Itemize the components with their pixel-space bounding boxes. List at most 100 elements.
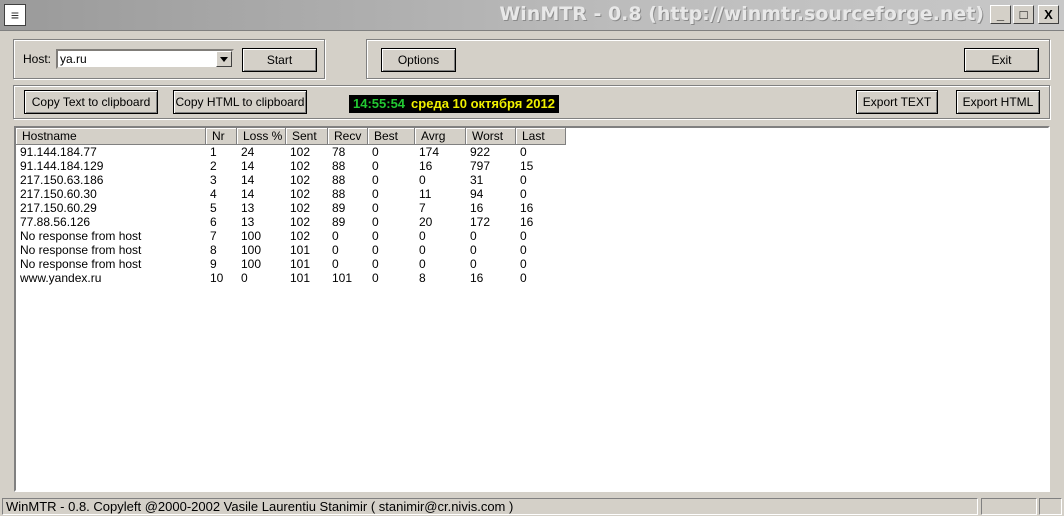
table-cell: 16	[470, 201, 484, 215]
table-cell: 100	[241, 257, 262, 271]
table-cell: 14	[241, 173, 255, 187]
table-cell: 0	[520, 173, 527, 187]
table-cell: No response from host	[20, 229, 142, 243]
app-icon[interactable]: ≡	[4, 4, 26, 26]
table-cell: 9	[210, 257, 217, 271]
table-cell: 102	[290, 201, 311, 215]
column-header-worst[interactable]: Worst	[466, 128, 516, 145]
table-cell: 13	[241, 201, 255, 215]
table-cell: 91.144.184.77	[20, 145, 97, 159]
table-cell: 101	[290, 257, 311, 271]
table-cell: 102	[290, 187, 311, 201]
table-cell: 0	[332, 257, 339, 271]
maximize-button[interactable]: □	[1013, 5, 1034, 24]
column-header-hostname[interactable]: Hostname	[16, 128, 206, 145]
table-cell: 0	[372, 257, 379, 271]
column-header-recv[interactable]: Recv	[328, 128, 368, 145]
column-header-loss[interactable]: Loss %	[237, 128, 286, 145]
table-cell: 797	[470, 159, 491, 173]
table-cell: 102	[290, 145, 311, 159]
table-cell: 0	[332, 243, 339, 257]
table-cell: 0	[520, 145, 527, 159]
host-label: Host:	[23, 52, 52, 66]
table-cell: 0	[470, 257, 477, 271]
table-cell: 6	[210, 215, 217, 229]
table-cell: 13	[241, 215, 255, 229]
export-text-button[interactable]: Export TEXT	[856, 90, 938, 114]
table-cell: 0	[372, 187, 379, 201]
options-button[interactable]: Options	[381, 48, 456, 72]
table-cell: 94	[470, 187, 484, 201]
table-cell: 16	[419, 159, 433, 173]
table-cell: 16	[520, 201, 534, 215]
table-cell: 16	[470, 271, 484, 285]
table-cell: 15	[520, 159, 534, 173]
table-row[interactable]: 217.150.60.30 4 14 102 88 0 11 94 0	[16, 187, 1048, 201]
table-row[interactable]: No response from host 8 100 101 0 0 0 0 0	[16, 243, 1048, 257]
status-bar: WinMTR - 0.8. Copyleft @2000-2002 Vasile…	[0, 497, 1064, 516]
start-button[interactable]: Start	[242, 48, 317, 72]
table-cell: 100	[241, 243, 262, 257]
table-cell: 102	[290, 173, 311, 187]
table-cell: 102	[290, 229, 311, 243]
close-button[interactable]: X	[1038, 5, 1059, 24]
table-cell: No response from host	[20, 243, 142, 257]
table-cell: 0	[332, 229, 339, 243]
table-cell: 5	[210, 201, 217, 215]
table-cell: 14	[241, 187, 255, 201]
copy-text-button[interactable]: Copy Text to clipboard	[24, 90, 158, 114]
table-cell: 88	[332, 159, 346, 173]
column-header-nr[interactable]: Nr	[206, 128, 237, 145]
column-header-last[interactable]: Last	[516, 128, 566, 145]
table-row[interactable]: 77.88.56.126 6 13 102 89 0 20 172 16	[16, 215, 1048, 229]
table-cell: 0	[520, 229, 527, 243]
table-cell: 88	[332, 173, 346, 187]
table-cell: 8	[210, 243, 217, 257]
table-cell: 0	[470, 229, 477, 243]
table-cell: 101	[290, 243, 311, 257]
status-pane-empty	[981, 498, 1037, 515]
table-cell: 31	[470, 173, 484, 187]
column-header-best[interactable]: Best	[368, 128, 415, 145]
table-cell: 101	[290, 271, 311, 285]
table-cell: 14	[241, 159, 255, 173]
column-header-avrg[interactable]: Avrg	[415, 128, 466, 145]
options-group: Options Exit	[366, 39, 1050, 79]
table-cell: 89	[332, 215, 346, 229]
host-combobox[interactable]: ya.ru	[56, 49, 234, 69]
table-cell: 3	[210, 173, 217, 187]
table-row[interactable]: www.yandex.ru 10 0 101 101 0 8 16 0	[16, 271, 1048, 285]
table-cell: 0	[419, 173, 426, 187]
minimize-button[interactable]: _	[990, 5, 1011, 24]
table-cell: 0	[372, 145, 379, 159]
results-list[interactable]: Hostname Nr Loss % Sent Recv Best Avrg Worst Las…	[14, 126, 1050, 492]
exit-button[interactable]: Exit	[964, 48, 1039, 72]
table-row[interactable]: No response from host 7 100 102 0 0 0 0 0	[16, 229, 1048, 243]
table-row[interactable]: No response from host 9 100 101 0 0 0 0 0	[16, 257, 1048, 271]
table-cell: 0	[372, 201, 379, 215]
table-cell: 0	[372, 271, 379, 285]
table-cell: 0	[520, 257, 527, 271]
table-cell: 174	[419, 145, 440, 159]
table-row[interactable]: 91.144.184.77 1 24 102 78 0 174 922 0	[16, 145, 1048, 159]
table-row[interactable]: 91.144.184.129 2 14 102 88 0 16 797 15	[16, 159, 1048, 173]
table-cell: 217.150.60.30	[20, 187, 97, 201]
column-header-sent[interactable]: Sent	[286, 128, 328, 145]
list-body: 91.144.184.77 1 24 102 78 0 174 922 0 91.144.184.…	[16, 145, 1048, 285]
table-cell: 101	[332, 271, 353, 285]
table-cell: 0	[520, 187, 527, 201]
table-cell: No response from host	[20, 257, 142, 271]
table-row[interactable]: 217.150.60.29 5 13 102 89 0 7 16 16	[16, 201, 1048, 215]
table-row[interactable]: 217.150.63.186 3 14 102 88 0 0 31 0	[16, 173, 1048, 187]
table-cell: 1	[210, 145, 217, 159]
chevron-down-icon[interactable]	[216, 51, 232, 67]
copy-html-button[interactable]: Copy HTML to clipboard	[173, 90, 307, 114]
clock-display: 14:55:54 среда 10 октября 2012	[349, 95, 559, 113]
table-cell: 0	[520, 271, 527, 285]
title-bar[interactable]: ≡ WinMTR - 0.8 (http://winmtr.sourceforg…	[0, 0, 1064, 31]
window-title: WinMTR - 0.8 (http://winmtr.sourceforge.…	[499, 3, 984, 25]
table-cell: 0	[372, 173, 379, 187]
table-cell: 100	[241, 229, 262, 243]
table-cell: 4	[210, 187, 217, 201]
export-html-button[interactable]: Export HTML	[956, 90, 1040, 114]
